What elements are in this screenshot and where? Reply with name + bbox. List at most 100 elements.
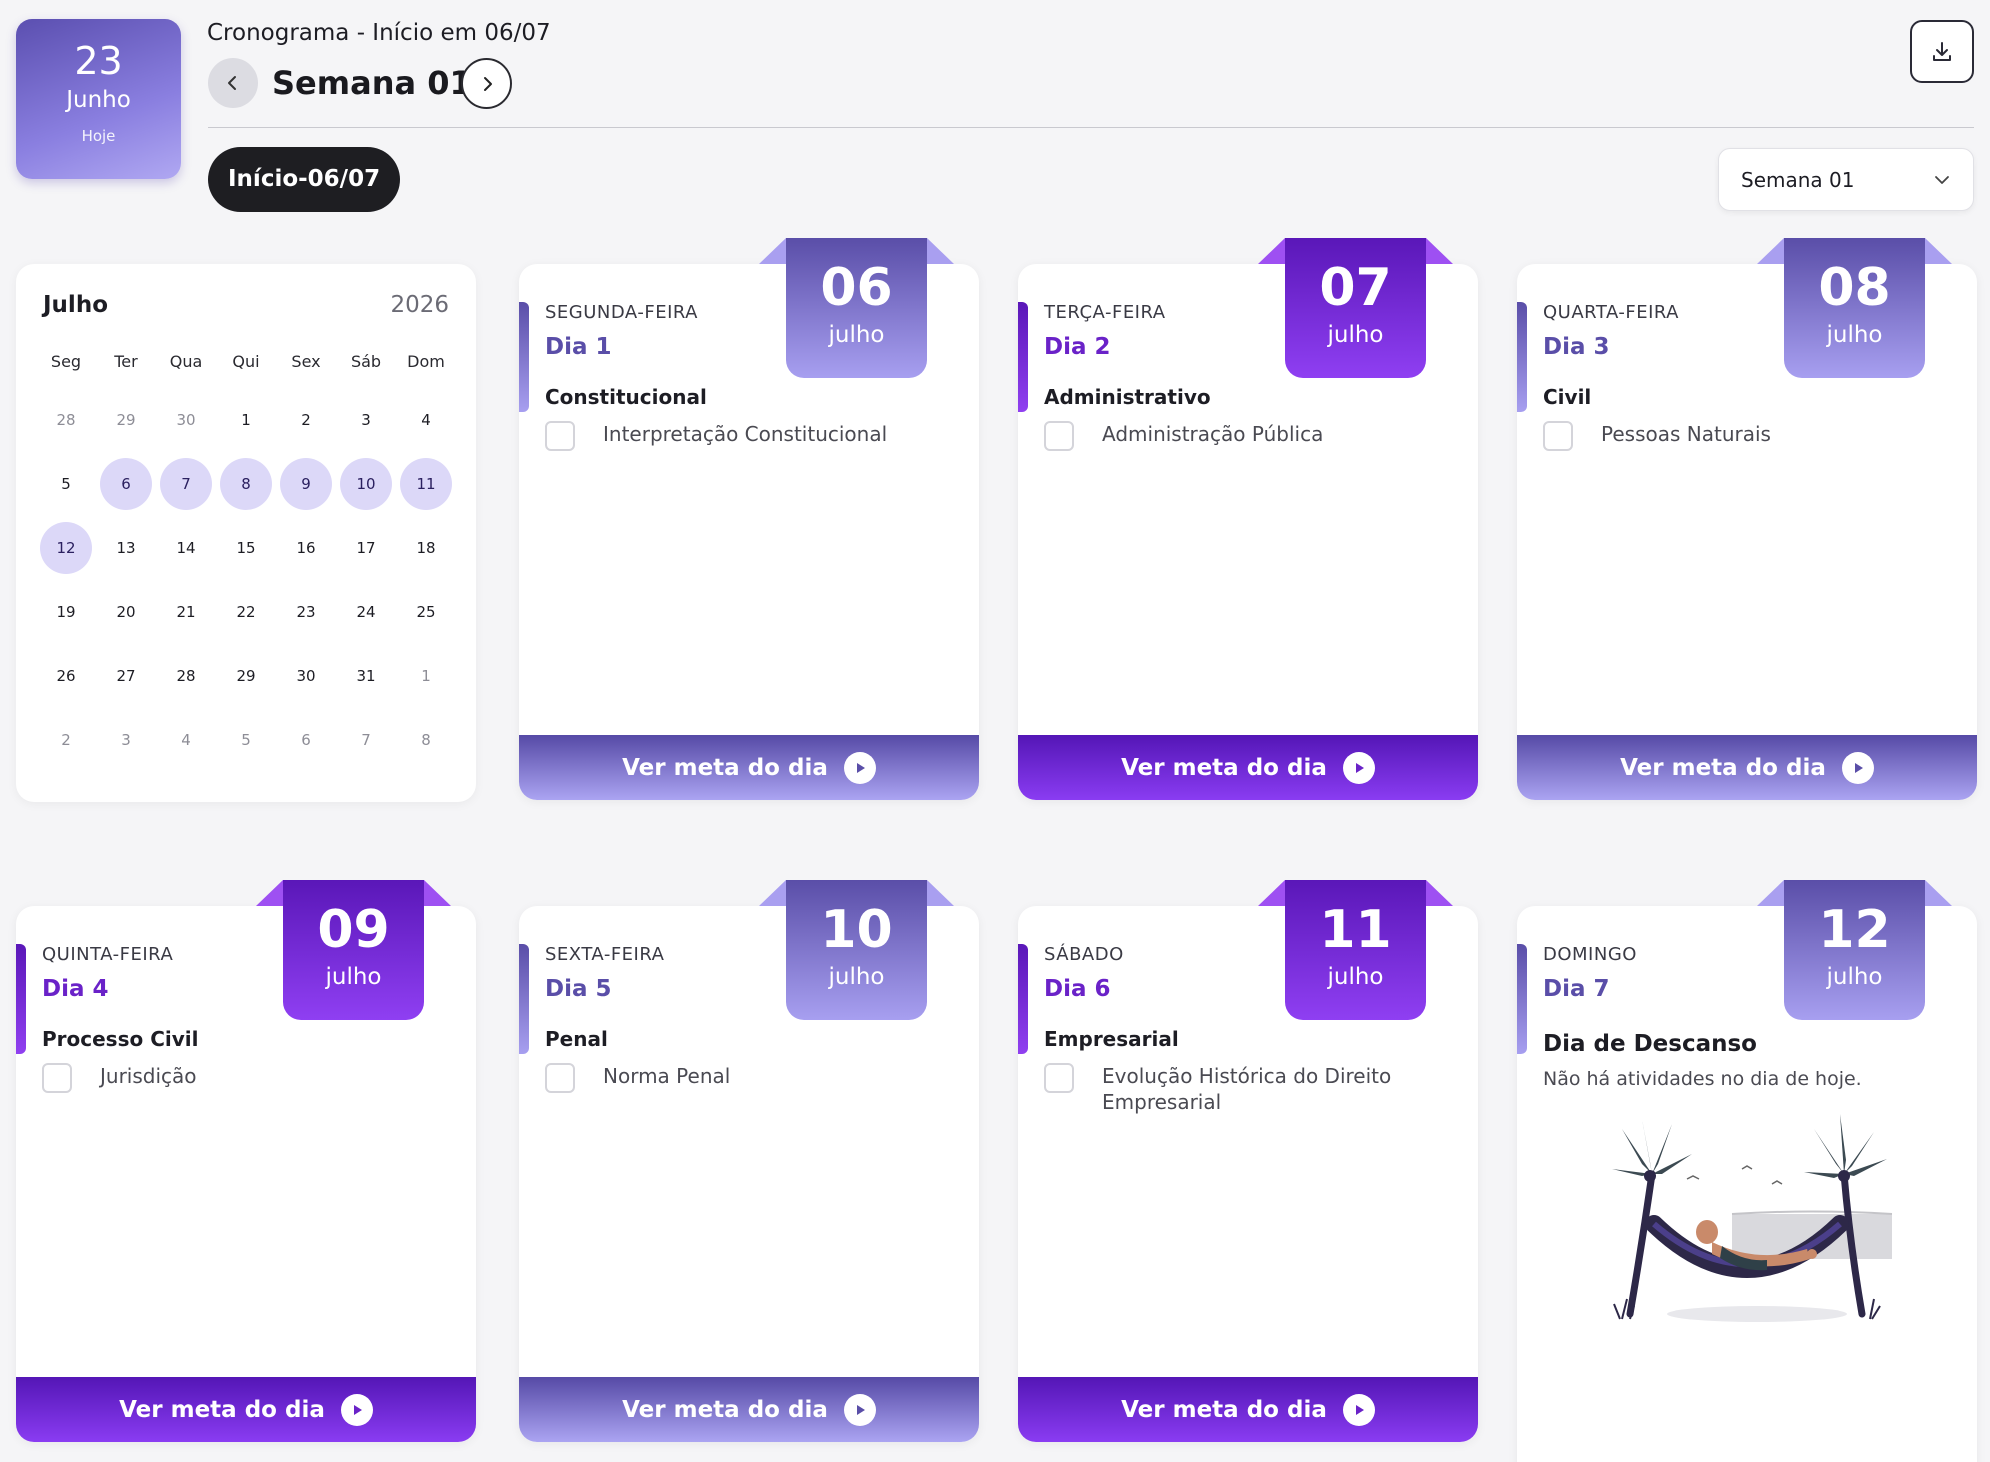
calendar-day[interactable]: 2	[36, 708, 96, 772]
calendar-day[interactable]: 7	[156, 452, 216, 516]
rest-text: Não há atividades no dia de hoje.	[1543, 1068, 1862, 1090]
calendar-day[interactable]: 25	[396, 580, 456, 644]
topic-row[interactable]: Evolução Histórica do Direito Empresaria…	[1044, 1063, 1444, 1115]
calendar-day[interactable]: 6	[276, 708, 336, 772]
date-badge-day: 07	[1319, 258, 1392, 318]
calendar-day[interactable]: 13	[96, 516, 156, 580]
calendar-day[interactable]: 8	[216, 452, 276, 516]
calendar-grid: 28 29 30 1 2 3 4 5 6 7 8 9 10 11 12 13 14 15 16 17 18 19 20 21 2…	[36, 388, 456, 772]
calendar-day[interactable]: 22	[216, 580, 276, 644]
week-select[interactable]: Semana 01	[1718, 148, 1974, 211]
calendar-day[interactable]: 18	[396, 516, 456, 580]
calendar-day[interactable]: 11	[396, 452, 456, 516]
view-day-goal-button[interactable]: Ver meta do dia	[519, 735, 979, 800]
calendar-day[interactable]: 10	[336, 452, 396, 516]
calendar-day-number: 6	[301, 731, 311, 749]
card-weekday: SEGUNDA-FEIRA	[545, 302, 698, 323]
card-day-number: Dia 6	[1044, 976, 1111, 1002]
calendar-day[interactable]: 1	[216, 388, 276, 452]
chevron-left-icon	[228, 76, 236, 90]
calendar-day[interactable]: 29	[216, 644, 276, 708]
calendar-day[interactable]: 5	[216, 708, 276, 772]
calendar-day-number: 29	[236, 667, 256, 685]
calendar-day[interactable]: 14	[156, 516, 216, 580]
topic-checkbox[interactable]	[42, 1063, 72, 1093]
calendar-day[interactable]: 30	[156, 388, 216, 452]
chevron-down-icon	[1935, 175, 1949, 184]
calendar-day[interactable]: 3	[96, 708, 156, 772]
topic-checkbox[interactable]	[1044, 421, 1074, 451]
calendar-day[interactable]: 28	[36, 388, 96, 452]
badge-tab-right	[1925, 880, 1952, 906]
calendar-day[interactable]: 7	[336, 708, 396, 772]
download-button[interactable]	[1910, 20, 1974, 83]
play-icon	[1342, 751, 1375, 784]
view-day-goal-button[interactable]: Ver meta do dia	[1018, 1377, 1478, 1442]
topic-checkbox[interactable]	[1543, 421, 1573, 451]
view-day-goal-label: Ver meta do dia	[1620, 754, 1826, 781]
calendar-day[interactable]: 29	[96, 388, 156, 452]
calendar-day-number: 1	[241, 411, 251, 429]
card-day-number: Dia 1	[545, 334, 612, 360]
calendar-day[interactable]: 26	[36, 644, 96, 708]
calendar-day[interactable]: 30	[276, 644, 336, 708]
calendar-day[interactable]: 6	[96, 452, 156, 516]
calendar-day[interactable]: 15	[216, 516, 276, 580]
card-day-number: Dia 4	[42, 976, 109, 1002]
card-accent-bar	[519, 944, 529, 1054]
calendar-day-number: 27	[116, 667, 136, 685]
calendar-day[interactable]: 4	[156, 708, 216, 772]
calendar-day[interactable]: 17	[336, 516, 396, 580]
calendar-day[interactable]: 31	[336, 644, 396, 708]
calendar-day-number: 25	[416, 603, 436, 621]
card-accent-bar	[1018, 302, 1028, 412]
calendar-day-number: 29	[116, 411, 136, 429]
calendar-day[interactable]: 9	[276, 452, 336, 516]
calendar-day[interactable]: 19	[36, 580, 96, 644]
view-day-goal-button[interactable]: Ver meta do dia	[519, 1377, 979, 1442]
calendar-day[interactable]: 24	[336, 580, 396, 644]
topic-row[interactable]: Interpretação Constitucional	[545, 421, 945, 451]
calendar-day[interactable]: 23	[276, 580, 336, 644]
topic-checkbox[interactable]	[1044, 1063, 1074, 1093]
week-select-value: Semana 01	[1741, 167, 1855, 192]
topic-checkbox[interactable]	[545, 421, 575, 451]
calendar-day[interactable]: 3	[336, 388, 396, 452]
calendar-day[interactable]: 16	[276, 516, 336, 580]
calendar-day-number: 11	[400, 458, 452, 510]
topic-checkbox[interactable]	[545, 1063, 575, 1093]
calendar-day[interactable]: 20	[96, 580, 156, 644]
view-day-goal-button[interactable]: Ver meta do dia	[1517, 735, 1977, 800]
calendar-day[interactable]: 21	[156, 580, 216, 644]
calendar-day-number: 21	[176, 603, 196, 621]
calendar-day-number: 3	[361, 411, 371, 429]
calendar-day[interactable]: 12	[36, 516, 96, 580]
calendar-day[interactable]: 5	[36, 452, 96, 516]
start-date-pill[interactable]: Início-06/07	[208, 147, 401, 212]
date-badge: 08 julho	[1784, 238, 1925, 378]
calendar-day[interactable]: 1	[396, 644, 456, 708]
topic-row[interactable]: Norma Penal	[545, 1063, 945, 1093]
today-card: 23 Junho Hoje	[16, 19, 181, 179]
topic-row[interactable]: Pessoas Naturais	[1543, 421, 1943, 451]
calendar-day[interactable]: 8	[396, 708, 456, 772]
topic-row[interactable]: Jurisdição	[42, 1063, 442, 1093]
calendar-day[interactable]: 4	[396, 388, 456, 452]
calendar-day-number: 31	[356, 667, 376, 685]
date-badge: 07 julho	[1285, 238, 1426, 378]
calendar-day[interactable]: 2	[276, 388, 336, 452]
next-week-button[interactable]	[461, 58, 512, 109]
card-subject: Empresarial	[1044, 1027, 1179, 1051]
view-day-goal-label: Ver meta do dia	[119, 1396, 325, 1423]
card-day-number: Dia 7	[1543, 976, 1610, 1002]
previous-week-button[interactable]	[208, 58, 258, 108]
calendar-day[interactable]: 28	[156, 644, 216, 708]
topic-row[interactable]: Administração Pública	[1044, 421, 1444, 451]
view-day-goal-button[interactable]: Ver meta do dia	[1018, 735, 1478, 800]
view-day-goal-label: Ver meta do dia	[1121, 1396, 1327, 1423]
calendar-day[interactable]: 27	[96, 644, 156, 708]
topic-label: Administração Pública	[1102, 422, 1324, 446]
view-day-goal-button[interactable]: Ver meta do dia	[16, 1377, 476, 1442]
calendar-day-number: 6	[100, 458, 152, 510]
card-accent-bar	[1517, 302, 1527, 412]
